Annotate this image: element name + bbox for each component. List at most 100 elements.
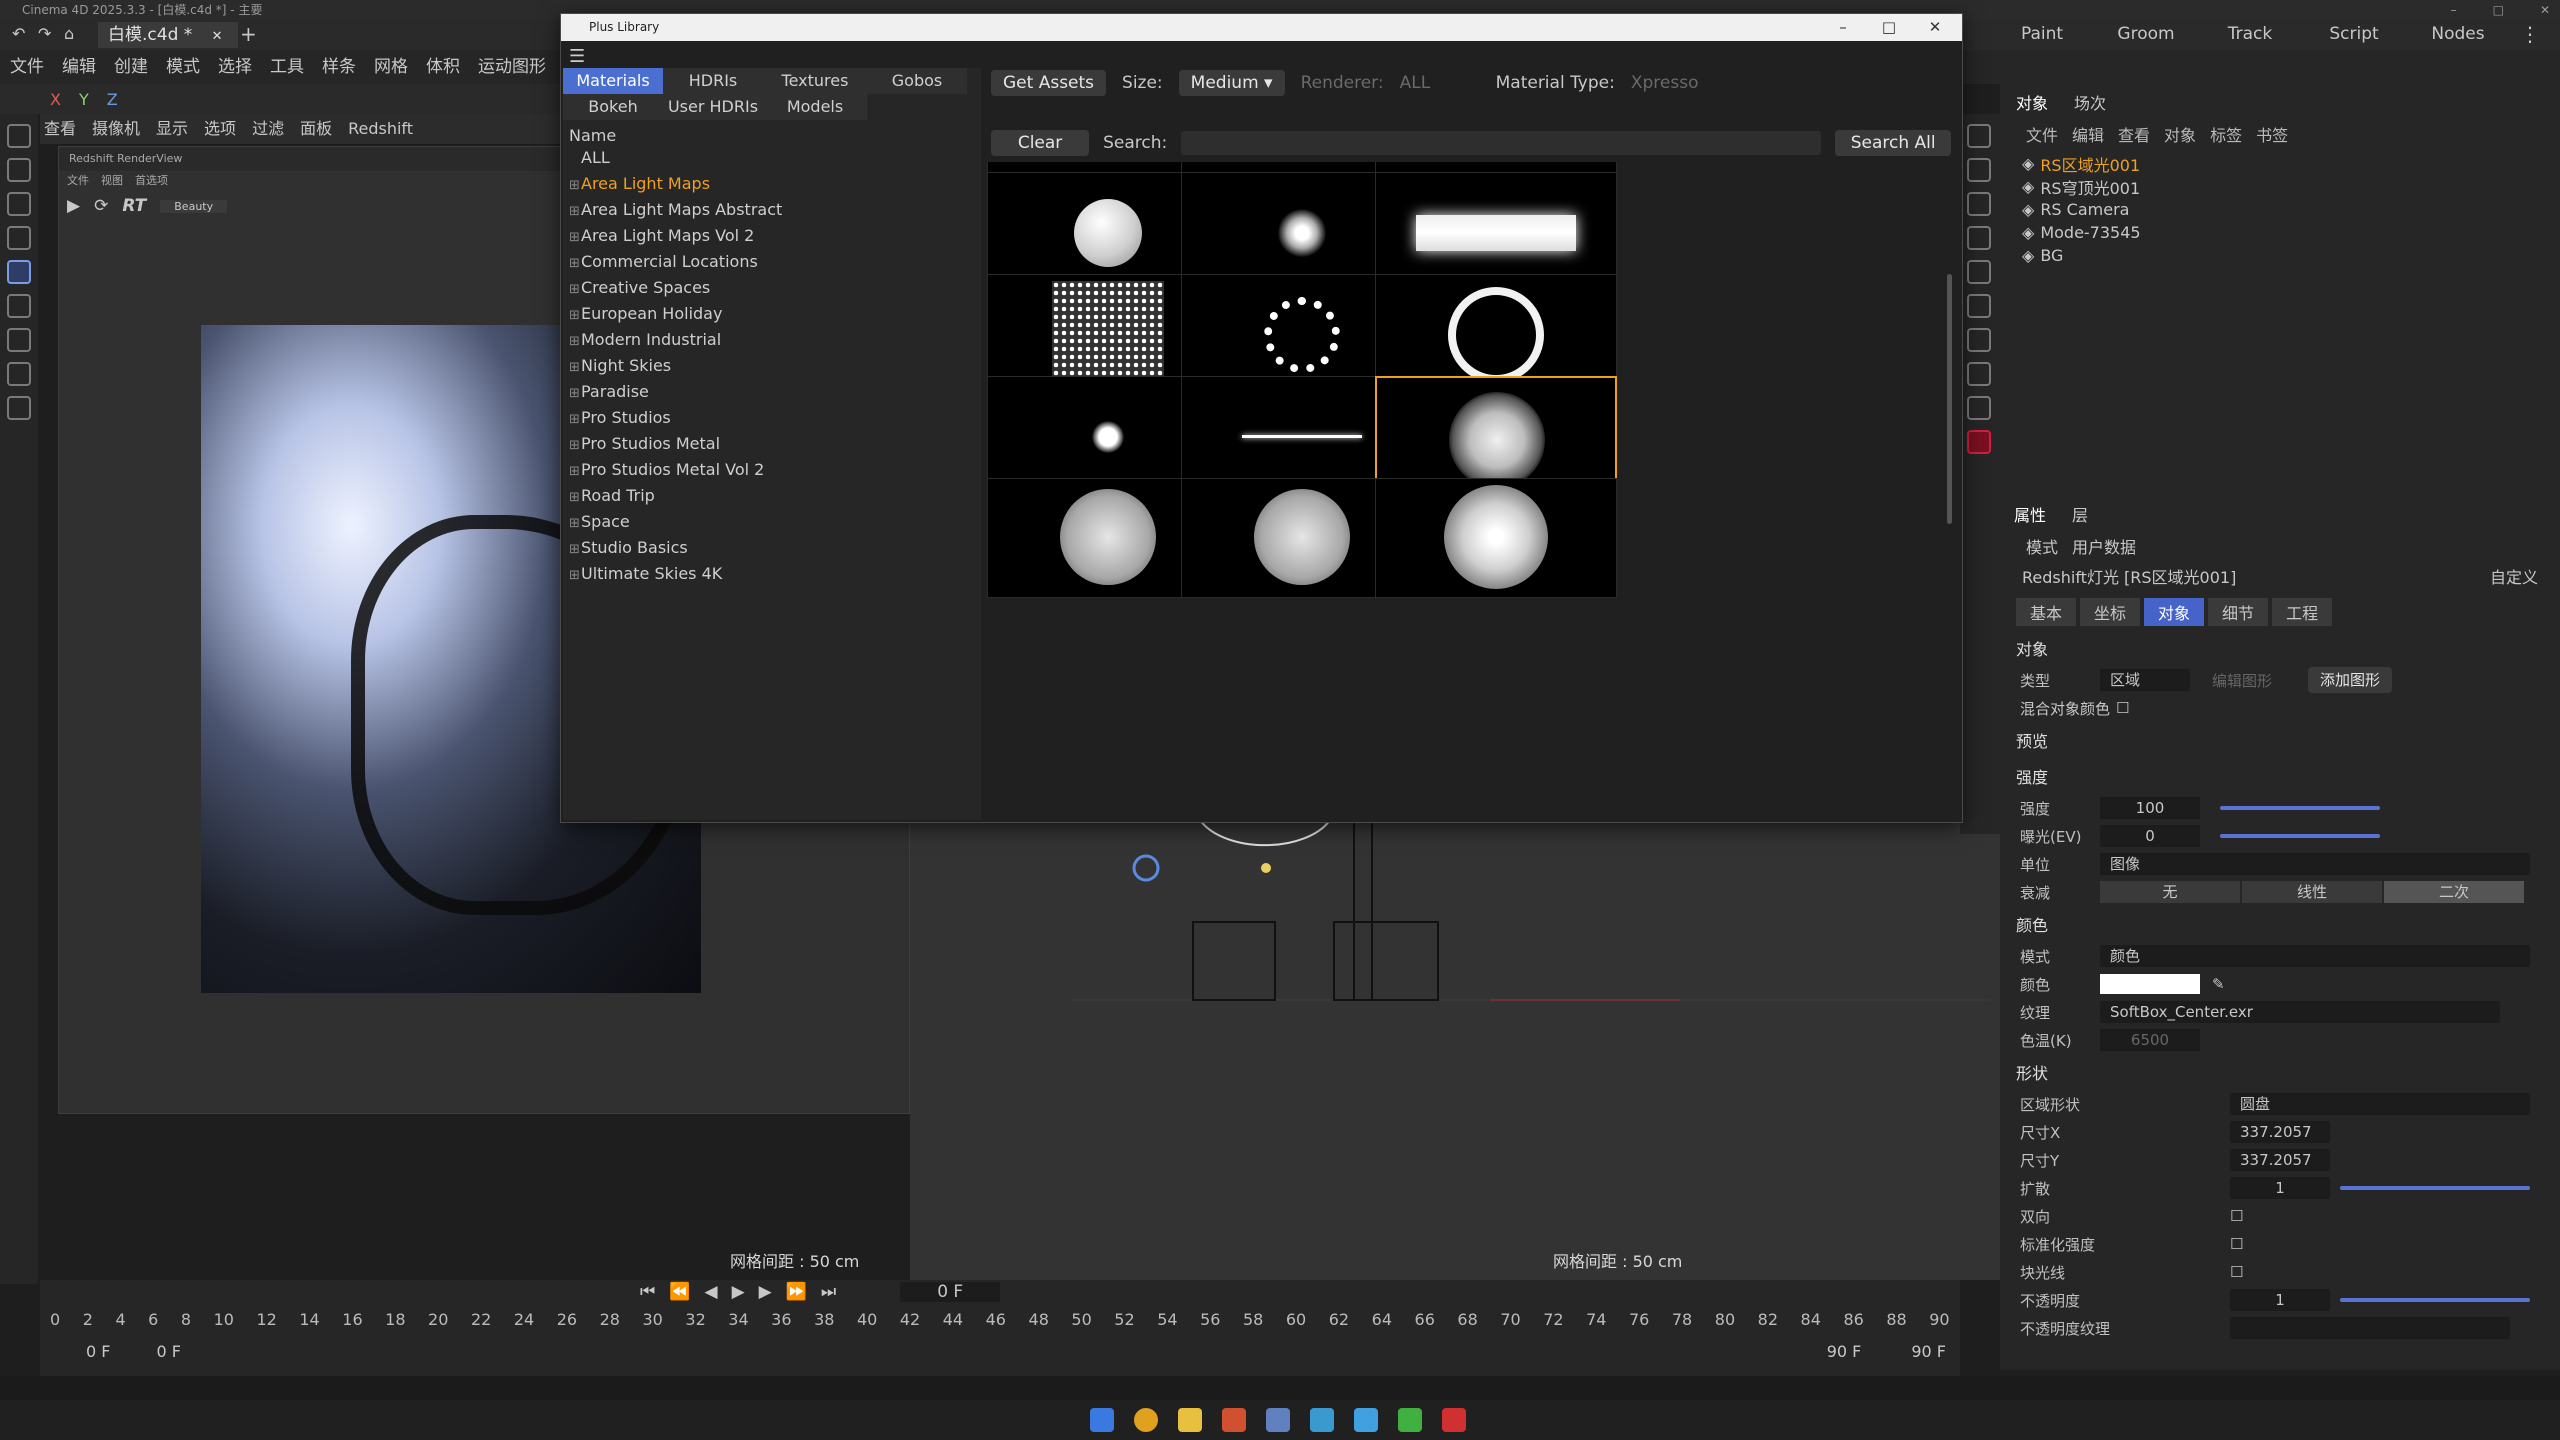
3d-viewport[interactable]: 网格间距 : 50 cm 网格间距 : 50 cm bbox=[730, 820, 2000, 1280]
decay-quadratic[interactable]: 二次 bbox=[2384, 881, 2524, 903]
subtab-project[interactable]: 工程 bbox=[2272, 598, 2333, 626]
camera-icon[interactable] bbox=[1967, 328, 1991, 352]
vp-menu-panel[interactable]: 面板 bbox=[300, 114, 332, 144]
rv-menu-file[interactable]: 文件 bbox=[67, 171, 89, 191]
home-icon[interactable]: ⌂ bbox=[64, 24, 74, 43]
spread-field[interactable]: 1 bbox=[2230, 1177, 2330, 1199]
layout-paint[interactable]: Paint bbox=[1990, 24, 2094, 44]
menu-file[interactable]: 文件 bbox=[10, 50, 44, 84]
vp-menu-display[interactable]: 显示 bbox=[156, 114, 188, 144]
expand-icon[interactable]: ⊞ bbox=[569, 303, 581, 329]
more-icon[interactable]: ⋮ bbox=[2520, 22, 2540, 46]
frame-ruler[interactable]: 0 2 4 6 8 10 12 14 16 18 20 22 24 26 28 30 32 34 36 38 40 42 4… bbox=[40, 1310, 1960, 1329]
eyedropper-icon[interactable]: ✎ bbox=[2212, 975, 2225, 993]
subtab-details[interactable]: 细节 bbox=[2208, 598, 2269, 626]
axis-y-toggle[interactable]: Y bbox=[79, 90, 89, 109]
minimize-icon[interactable]: – bbox=[2451, 0, 2457, 20]
menu-volume[interactable]: 体积 bbox=[426, 50, 460, 84]
vp-menu-redshift[interactable]: Redshift bbox=[348, 114, 413, 144]
om-menu-object[interactable]: 对象 bbox=[2164, 122, 2196, 146]
om-menu-bookmarks[interactable]: 书签 bbox=[2256, 122, 2288, 146]
play-forward-icon[interactable]: ▶ bbox=[732, 1282, 745, 1302]
redshift-icon[interactable] bbox=[1967, 430, 1991, 454]
tab-textures[interactable]: Textures bbox=[763, 68, 867, 94]
dialog-minimize-icon[interactable]: – bbox=[1820, 14, 1866, 41]
object-row[interactable]: ◈ Mode-73545 bbox=[2000, 221, 2560, 244]
unit-select[interactable]: 图像 bbox=[2100, 853, 2530, 875]
preview-end-field[interactable]: 90 F bbox=[1827, 1342, 1862, 1361]
generator-icon[interactable] bbox=[1967, 192, 1991, 216]
tab-attributes[interactable]: 属性 bbox=[2014, 502, 2046, 526]
category-item[interactable]: ⊞Pro Studios Metal bbox=[563, 431, 981, 457]
undo-icon[interactable]: ↶ bbox=[12, 24, 25, 43]
hamburger-menu-icon[interactable]: ☰ bbox=[569, 46, 585, 67]
new-tab-icon[interactable]: + bbox=[240, 22, 257, 46]
section-shape[interactable]: 形状 bbox=[2000, 1054, 2560, 1090]
decay-none[interactable]: 无 bbox=[2100, 881, 2240, 903]
prev-key-icon[interactable]: ⏪ bbox=[669, 1282, 690, 1302]
opacity-slider[interactable] bbox=[2340, 1298, 2530, 1302]
section-color[interactable]: 颜色 bbox=[2000, 906, 2560, 942]
tab-takes[interactable]: 场次 bbox=[2074, 90, 2106, 114]
document-tab[interactable]: 白模.c4d * ✕ bbox=[98, 22, 238, 48]
rv-menu-prefs[interactable]: 首选项 bbox=[135, 171, 168, 191]
expand-icon[interactable]: ⊞ bbox=[569, 459, 581, 485]
cube-icon[interactable] bbox=[1967, 124, 1991, 148]
om-menu-tags[interactable]: 标签 bbox=[2210, 122, 2242, 146]
mix-color-checkbox[interactable]: ☐ bbox=[2116, 699, 2129, 717]
tab-bokeh[interactable]: Bokeh bbox=[563, 94, 663, 120]
next-key-icon[interactable]: ⏩ bbox=[786, 1282, 807, 1302]
expand-icon[interactable]: ⊞ bbox=[569, 537, 581, 563]
type-select[interactable]: 区域 bbox=[2100, 669, 2190, 691]
rv-menu-view[interactable]: 视图 bbox=[101, 171, 123, 191]
opacity-texture-field[interactable] bbox=[2230, 1317, 2510, 1339]
expand-icon[interactable]: ⊞ bbox=[569, 511, 581, 537]
text-icon[interactable] bbox=[1967, 158, 1991, 182]
get-assets-button[interactable]: Get Assets bbox=[991, 70, 1107, 96]
next-frame-icon[interactable]: ▶ bbox=[759, 1282, 772, 1302]
light-icon[interactable] bbox=[1967, 294, 1991, 318]
expand-icon[interactable]: ⊞ bbox=[569, 329, 581, 355]
redo-icon[interactable]: ↷ bbox=[38, 24, 51, 43]
cinema4d-icon[interactable] bbox=[1266, 1408, 1290, 1432]
menu-mograph[interactable]: 运动图形 bbox=[478, 50, 546, 84]
render-icon[interactable] bbox=[1967, 362, 1991, 386]
decay-linear[interactable]: 线性 bbox=[2242, 881, 2382, 903]
app-red-icon[interactable] bbox=[1442, 1408, 1466, 1432]
close-tab-icon[interactable]: ✕ bbox=[212, 29, 223, 44]
scale-icon[interactable] bbox=[7, 260, 31, 284]
start-icon[interactable] bbox=[1090, 1408, 1114, 1432]
edit-shape-button[interactable]: 编辑图形 bbox=[2212, 670, 2272, 691]
magnet-icon[interactable] bbox=[7, 396, 31, 420]
prev-frame-icon[interactable]: ◀ bbox=[704, 1282, 717, 1302]
object-row[interactable]: ◈ BG bbox=[2000, 244, 2560, 267]
category-item[interactable]: ⊞Paradise bbox=[563, 379, 981, 405]
subtab-basic[interactable]: 基本 bbox=[2016, 598, 2077, 626]
cloner-icon[interactable] bbox=[1967, 226, 1991, 250]
layout-script[interactable]: Script bbox=[2302, 24, 2406, 44]
category-item[interactable]: ⊞Area Light Maps Vol 2 bbox=[563, 223, 981, 249]
texture-field[interactable]: SoftBox_Center.exr bbox=[2100, 1001, 2500, 1023]
clear-button[interactable]: Clear bbox=[991, 130, 1090, 156]
exposure-slider[interactable] bbox=[2220, 834, 2380, 838]
asset-thumbnail[interactable] bbox=[1375, 478, 1617, 598]
section-intensity[interactable]: 强度 bbox=[2000, 758, 2560, 794]
dialog-close-icon[interactable]: ✕ bbox=[1912, 14, 1958, 41]
category-item[interactable]: ⊞Pro Studios bbox=[563, 405, 981, 431]
expand-icon[interactable]: ⊞ bbox=[569, 433, 581, 459]
size-x-field[interactable]: 337.2057 c bbox=[2230, 1121, 2330, 1163]
menu-tools[interactable]: 工具 bbox=[270, 50, 304, 84]
powerpoint-icon[interactable] bbox=[1222, 1408, 1246, 1432]
tab-user-hdris[interactable]: User HDRIs bbox=[663, 94, 763, 120]
size-y-field[interactable]: 337.2057 c bbox=[2230, 1149, 2330, 1191]
subtab-coord[interactable]: 坐标 bbox=[2080, 598, 2141, 626]
chrome-icon[interactable] bbox=[1134, 1408, 1158, 1432]
pen-icon[interactable] bbox=[7, 362, 31, 386]
axis-x-toggle[interactable]: X bbox=[50, 90, 61, 109]
search-input[interactable] bbox=[1181, 131, 1822, 155]
exposure-field[interactable]: 0 bbox=[2100, 825, 2200, 847]
close-icon[interactable]: ✕ bbox=[2540, 0, 2550, 20]
deformer-icon[interactable] bbox=[1967, 260, 1991, 284]
picture-viewer-icon[interactable] bbox=[1967, 396, 1991, 420]
intensity-field[interactable]: 100 bbox=[2100, 797, 2200, 819]
